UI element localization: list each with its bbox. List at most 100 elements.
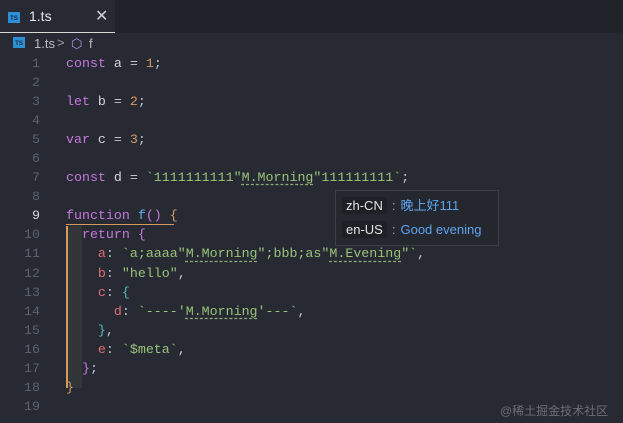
breadcrumb: TS 1.ts > ⬡ f: [0, 33, 623, 55]
code-token: `$meta`: [121, 341, 178, 357]
code-line[interactable]: 9 function f() {: [0, 206, 623, 225]
line-number: 11: [24, 246, 40, 262]
code-token: "hello": [121, 265, 178, 281]
hover-entry: zh-CN: 晚上好111: [342, 195, 459, 215]
code-token: c: [66, 284, 106, 300]
watermark: @稀土掘金技术社区: [500, 404, 609, 418]
code-token: ,: [297, 303, 306, 319]
ts-file-icon: TS: [13, 37, 25, 48]
separator: :: [391, 222, 396, 237]
line-number: 8: [32, 189, 40, 205]
code-line[interactable]: 8: [0, 187, 623, 206]
code-token: let: [66, 94, 98, 110]
code-token: `a;aaaa": [121, 246, 186, 262]
code-line[interactable]: 5 var c = 3;: [0, 130, 623, 149]
breadcrumb-file[interactable]: 1.ts: [34, 36, 55, 51]
code-line[interactable]: 7 const d = `1111111111"M.Morning"1111111…: [0, 168, 623, 187]
breadcrumb-symbol[interactable]: f: [89, 36, 93, 51]
code-token: 2: [129, 94, 138, 110]
code-token: M.Evening: [329, 246, 402, 262]
code-token: ;: [401, 170, 410, 186]
code-token: (): [145, 208, 170, 224]
line-number: 12: [24, 265, 40, 281]
code-token: :: [105, 284, 122, 300]
code-token: }: [66, 322, 106, 338]
code-token: }: [66, 379, 74, 395]
code-text: d: `----'M.Morning'---`,: [66, 302, 306, 321]
code-token: }: [66, 360, 90, 376]
code-line[interactable]: 1 const a = 1;: [0, 54, 623, 73]
code-token: ;: [89, 360, 98, 376]
code-token: f: [137, 208, 146, 224]
code-text: },: [66, 321, 114, 340]
line-number: 17: [24, 360, 40, 376]
code-line[interactable]: 13 c: {: [0, 283, 623, 302]
code-token: ;: [137, 94, 146, 110]
hover-entry: en-US: Good evening: [342, 221, 481, 242]
code-line[interactable]: 17 };: [0, 359, 623, 378]
line-number: 13: [24, 284, 40, 300]
line-number: 16: [24, 341, 40, 357]
code-token: ,: [177, 341, 186, 357]
code-line[interactable]: 15 },: [0, 321, 623, 340]
tab-bar: TS 1.ts ✕: [0, 0, 623, 33]
code-line[interactable]: 3 let b = 2;: [0, 92, 623, 111]
separator: :: [391, 198, 396, 213]
code-token: =: [121, 56, 146, 71]
code-line[interactable]: 11 a: `a;aaaa"M.Morning";bbb;as"M.Evenin…: [0, 244, 623, 263]
code-token: a: [66, 246, 106, 262]
translation-link[interactable]: 晚上好111: [400, 198, 459, 213]
code-editor[interactable]: 1 const a = 1; 2 3 let b = 2; 4 5 var c = 3; 6 7 c…: [0, 54, 623, 416]
line-number: 3: [32, 94, 40, 110]
code-line[interactable]: 18}: [0, 378, 623, 397]
code-line[interactable]: 14 d: `----'M.Morning'---`,: [0, 302, 623, 321]
code-token: b: [66, 265, 106, 281]
code-token: `----': [137, 303, 186, 319]
code-text: a: `a;aaaa"M.Morning";bbb;as"M.Evening"`…: [66, 244, 425, 263]
locale-key: en-US: [342, 221, 387, 238]
i18n-hover-tooltip: zh-CN: 晚上好111 en-US: Good evening: [335, 190, 499, 246]
code-token: "`: [401, 246, 418, 262]
code-line[interactable]: 4: [0, 111, 623, 130]
close-icon[interactable]: ✕: [95, 6, 108, 26]
code-token: const: [66, 56, 114, 71]
locale-key: zh-CN: [342, 197, 387, 214]
cube-icon: ⬡: [71, 36, 83, 51]
line-number: 2: [32, 75, 40, 91]
line-number: 14: [24, 303, 40, 319]
code-token: M.Morning: [241, 170, 314, 186]
code-token: {: [169, 208, 178, 224]
code-line[interactable]: 6: [0, 149, 623, 168]
code-token: :: [105, 341, 122, 357]
translation-link[interactable]: Good evening: [400, 222, 481, 237]
code-token: c: [97, 132, 106, 148]
code-token: b: [97, 94, 106, 110]
tab-label: 1.ts: [29, 8, 52, 24]
code-token: `1111111111": [145, 170, 242, 186]
code-token: M.Morning: [185, 303, 258, 319]
ts-file-icon: TS: [8, 12, 20, 23]
code-text: }: [66, 378, 74, 397]
code-token: =: [105, 132, 130, 148]
code-token: return: [66, 227, 138, 243]
code-token: e: [66, 341, 106, 357]
code-token: ";bbb;as": [257, 246, 330, 262]
line-number: 5: [32, 132, 40, 148]
code-token: :: [105, 246, 122, 262]
code-token: "111111111`: [313, 170, 402, 186]
code-text: e: `$meta`,: [66, 340, 186, 359]
code-token: ;: [153, 56, 162, 71]
code-text: let b = 2;: [66, 92, 146, 111]
code-line[interactable]: 2: [0, 73, 623, 92]
tab-1-ts[interactable]: TS 1.ts ✕: [0, 0, 115, 33]
code-text: c: {: [66, 283, 130, 302]
line-number: 1: [32, 56, 40, 71]
code-text: function f() {: [66, 206, 178, 225]
code-line[interactable]: 12 b: "hello",: [0, 264, 623, 283]
code-token: a: [113, 56, 122, 71]
code-token: d: [66, 303, 122, 319]
breadcrumb-separator: >: [57, 35, 65, 50]
code-text: var c = 3;: [66, 130, 146, 149]
code-line[interactable]: 16 e: `$meta`,: [0, 340, 623, 359]
code-line[interactable]: 10 return {: [0, 225, 623, 244]
